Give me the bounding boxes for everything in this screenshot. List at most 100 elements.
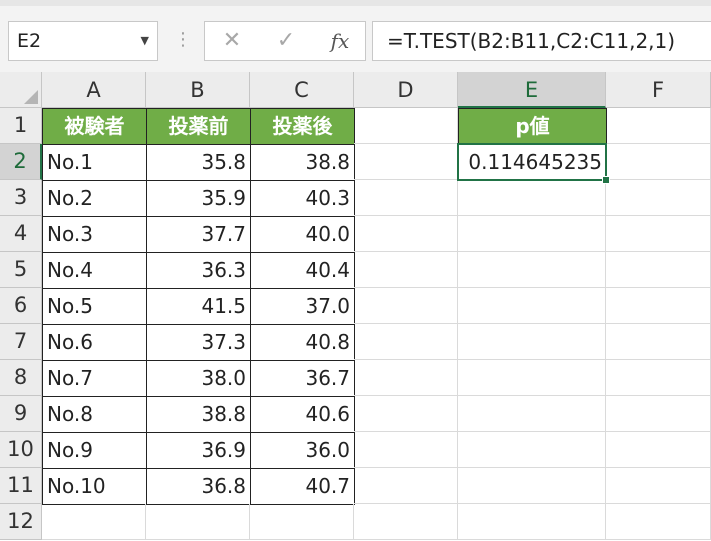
- cell-d7[interactable]: [354, 324, 458, 360]
- enter-icon[interactable]: ✓: [271, 27, 301, 55]
- cell-b7[interactable]: 37.3: [146, 324, 251, 361]
- cell-f2[interactable]: [606, 144, 711, 180]
- row-header-11[interactable]: 11: [0, 468, 42, 504]
- cell-b9[interactable]: 38.8: [146, 396, 251, 433]
- cell-d4[interactable]: [354, 216, 458, 252]
- cell-a10[interactable]: No.9: [42, 432, 147, 469]
- cell-c5[interactable]: 40.4: [250, 252, 355, 289]
- select-all-triangle-icon: [24, 90, 38, 104]
- cell-d6[interactable]: [354, 288, 458, 324]
- cell-d9[interactable]: [354, 396, 458, 432]
- cancel-icon[interactable]: ✕: [217, 27, 247, 55]
- cell-e8[interactable]: [458, 360, 606, 396]
- row-header-4[interactable]: 4: [0, 216, 42, 252]
- cell-a12[interactable]: [42, 504, 146, 540]
- column-header-a[interactable]: A: [42, 72, 146, 108]
- row-header-9[interactable]: 9: [0, 396, 42, 432]
- row-header-8[interactable]: 8: [0, 360, 42, 396]
- cell-f3[interactable]: [606, 180, 711, 216]
- cell-e11[interactable]: [458, 468, 606, 504]
- cell-a2[interactable]: No.1: [42, 144, 147, 181]
- cell-d3[interactable]: [354, 180, 458, 216]
- cell-e7[interactable]: [458, 324, 606, 360]
- cell-b2[interactable]: 35.8: [146, 144, 251, 181]
- column-header-d[interactable]: D: [354, 72, 458, 108]
- cell-a9[interactable]: No.8: [42, 396, 147, 433]
- cell-e1[interactable]: p値: [458, 108, 607, 145]
- row-header-12[interactable]: 12: [0, 504, 42, 540]
- chevron-down-icon[interactable]: ▼: [141, 22, 149, 60]
- cell-b11[interactable]: 36.8: [146, 468, 251, 505]
- cell-b10[interactable]: 36.9: [146, 432, 251, 469]
- cell-e5[interactable]: [458, 252, 606, 288]
- cell-a7[interactable]: No.6: [42, 324, 147, 361]
- row-header-2[interactable]: 2: [0, 144, 42, 180]
- cell-c4[interactable]: 40.0: [250, 216, 355, 253]
- cell-b12[interactable]: [146, 504, 250, 540]
- cell-d5[interactable]: [354, 252, 458, 288]
- cell-a5[interactable]: No.4: [42, 252, 147, 289]
- cell-a8[interactable]: No.7: [42, 360, 147, 397]
- row-header-1[interactable]: 1: [0, 108, 42, 144]
- cell-e4[interactable]: [458, 216, 606, 252]
- cell-d1[interactable]: [354, 108, 458, 144]
- cell-b1[interactable]: 投薬前: [146, 108, 251, 145]
- row-header-6[interactable]: 6: [0, 288, 42, 324]
- cell-f10[interactable]: [606, 432, 711, 468]
- cell-b5[interactable]: 36.3: [146, 252, 251, 289]
- formula-input[interactable]: =T.TEST(B2:B11,C2:C11,2,1): [372, 21, 711, 61]
- cell-b8[interactable]: 38.0: [146, 360, 251, 397]
- cell-a11[interactable]: No.10: [42, 468, 147, 505]
- row-header-5[interactable]: 5: [0, 252, 42, 288]
- cell-c7[interactable]: 40.8: [250, 324, 355, 361]
- row-header-7[interactable]: 7: [0, 324, 42, 360]
- cell-f9[interactable]: [606, 396, 711, 432]
- insert-function-icon[interactable]: fx: [325, 27, 355, 55]
- cell-e9[interactable]: [458, 396, 606, 432]
- column-header-c[interactable]: C: [250, 72, 354, 108]
- cell-e12[interactable]: [458, 504, 606, 540]
- cell-f4[interactable]: [606, 216, 711, 252]
- cell-f1[interactable]: [606, 108, 711, 144]
- cell-f8[interactable]: [606, 360, 711, 396]
- cell-c3[interactable]: 40.3: [250, 180, 355, 217]
- more-options-icon[interactable]: ⋮: [174, 31, 192, 49]
- cell-d8[interactable]: [354, 360, 458, 396]
- fill-handle[interactable]: [602, 176, 610, 184]
- cell-f7[interactable]: [606, 324, 711, 360]
- cell-c8[interactable]: 36.7: [250, 360, 355, 397]
- column-header-f[interactable]: F: [606, 72, 711, 108]
- cell-a3[interactable]: No.2: [42, 180, 147, 217]
- column-header-b[interactable]: B: [146, 72, 250, 108]
- cell-d12[interactable]: [354, 504, 458, 540]
- cell-a6[interactable]: No.5: [42, 288, 147, 325]
- cell-c6[interactable]: 37.0: [250, 288, 355, 325]
- cell-c11[interactable]: 40.7: [250, 468, 355, 505]
- cell-e6[interactable]: [458, 288, 606, 324]
- cell-d10[interactable]: [354, 432, 458, 468]
- cell-c1[interactable]: 投薬後: [250, 108, 355, 145]
- cell-e3[interactable]: [458, 180, 606, 216]
- cell-e10[interactable]: [458, 432, 606, 468]
- cell-b6[interactable]: 41.5: [146, 288, 251, 325]
- cell-d2[interactable]: [354, 144, 458, 180]
- name-box[interactable]: E2 ▼: [8, 21, 158, 61]
- cell-d11[interactable]: [354, 468, 458, 504]
- cell-c10[interactable]: 36.0: [250, 432, 355, 469]
- cell-f12[interactable]: [606, 504, 711, 540]
- cell-b4[interactable]: 37.7: [146, 216, 251, 253]
- cell-e2[interactable]: 0.114645235: [458, 144, 607, 181]
- cell-f6[interactable]: [606, 288, 711, 324]
- cell-f5[interactable]: [606, 252, 711, 288]
- cell-f11[interactable]: [606, 468, 711, 504]
- cell-a4[interactable]: No.3: [42, 216, 147, 253]
- cell-c9[interactable]: 40.6: [250, 396, 355, 433]
- column-header-e[interactable]: E: [458, 72, 606, 108]
- row-header-3[interactable]: 3: [0, 180, 42, 216]
- row-header-10[interactable]: 10: [0, 432, 42, 468]
- cell-c12[interactable]: [250, 504, 354, 540]
- cell-c2[interactable]: 38.8: [250, 144, 355, 181]
- cell-b3[interactable]: 35.9: [146, 180, 251, 217]
- cell-a1[interactable]: 被験者: [42, 108, 147, 145]
- select-all-corner[interactable]: [0, 72, 42, 108]
